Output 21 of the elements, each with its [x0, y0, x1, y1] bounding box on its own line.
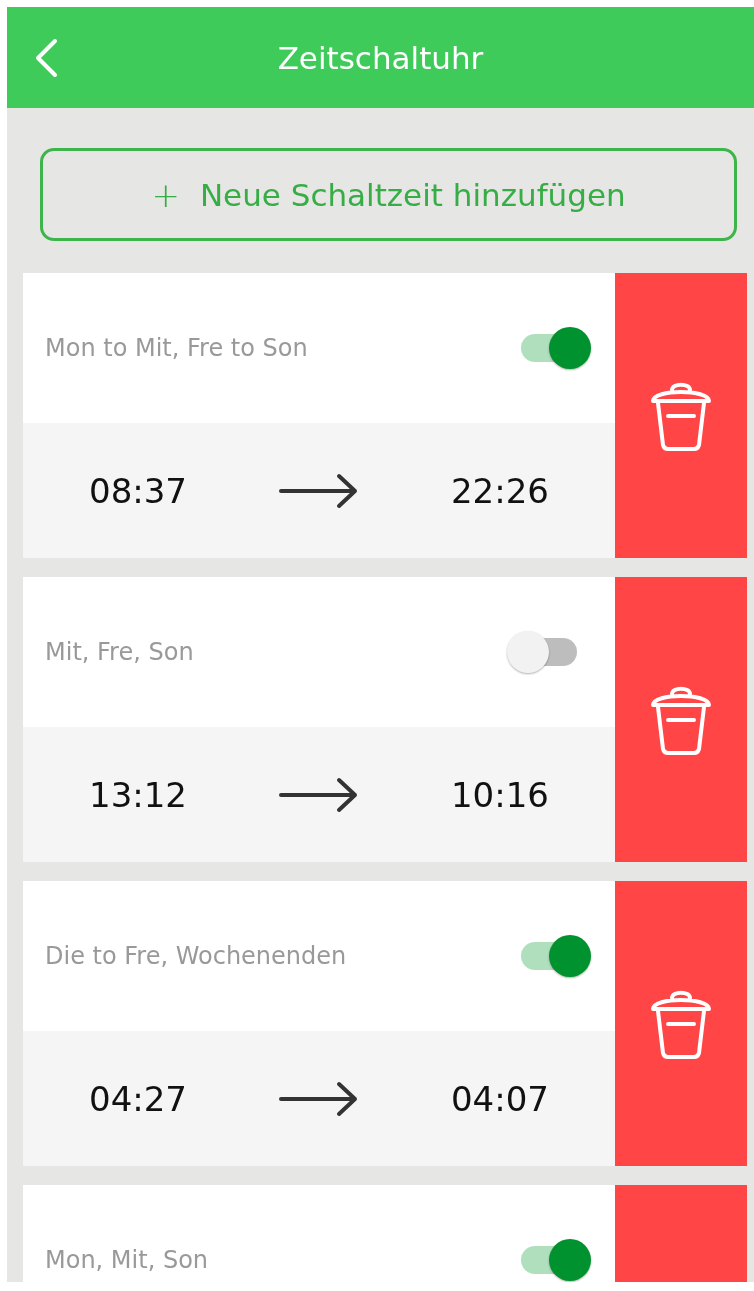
delete-button[interactable] [615, 881, 747, 1166]
right-arrow-icon [279, 1080, 359, 1117]
end-time: 10:16 [451, 774, 549, 815]
end-time: 04:07 [451, 1078, 549, 1119]
trash-icon [648, 684, 714, 755]
add-schedule-button[interactable]: + Neue Schaltzeit hinzufügen [40, 148, 737, 241]
trash-icon [648, 380, 714, 451]
start-time: 04:27 [89, 1078, 187, 1119]
delete-button[interactable] [615, 577, 747, 862]
end-time: 22:26 [451, 470, 549, 511]
schedule-days: Mon, Mit, Son [45, 1246, 209, 1274]
trash-icon [648, 988, 714, 1059]
right-arrow-icon [279, 776, 359, 813]
right-arrow-icon [279, 472, 359, 509]
schedule-days: Mon to Mit, Fre to Son [45, 334, 308, 362]
start-time: 08:37 [89, 470, 187, 511]
screen-title: Zeitschaltuhr [277, 39, 484, 76]
delete-button[interactable] [615, 273, 747, 558]
schedule-days: Die to Fre, Wochenenden [45, 942, 347, 970]
schedule-days: Mit, Fre, Son [45, 638, 194, 666]
start-time: 13:12 [89, 774, 187, 815]
